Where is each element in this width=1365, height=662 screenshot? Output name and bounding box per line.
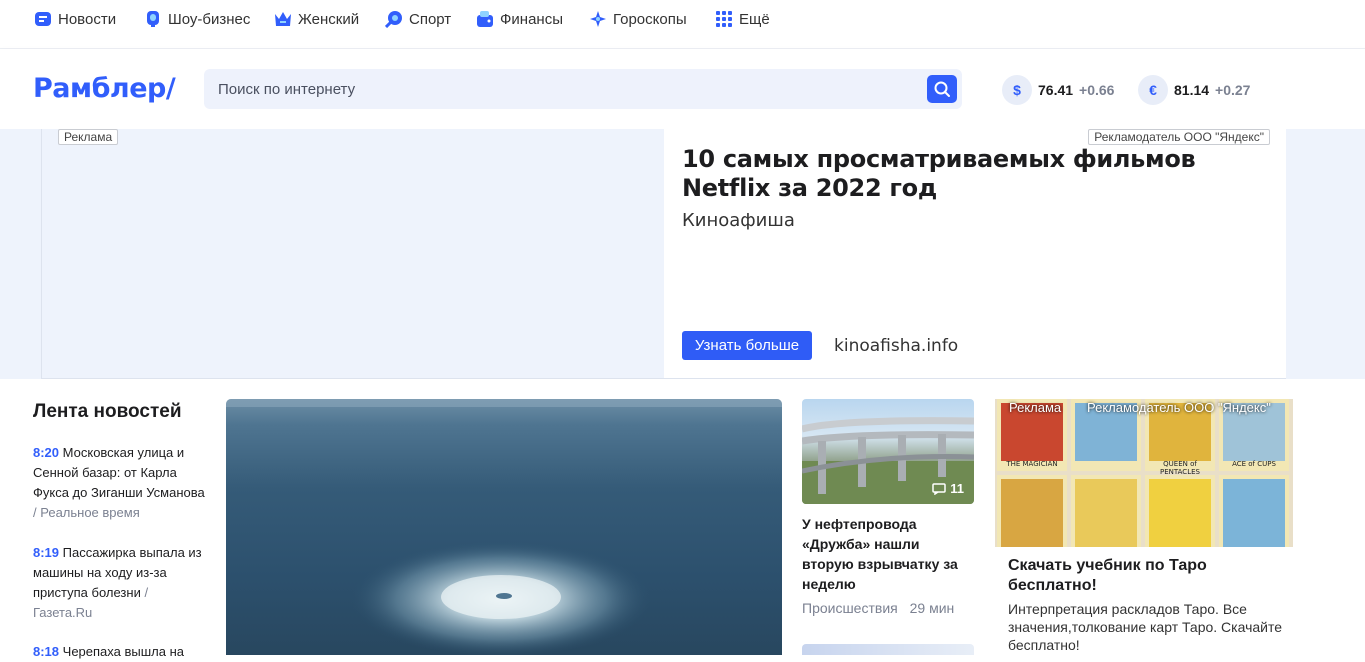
comment-icon xyxy=(932,482,946,495)
news-card-2-image[interactable] xyxy=(802,644,974,655)
feed-time: 8:18 xyxy=(33,644,60,659)
currency-change: +0.27 xyxy=(1215,82,1251,98)
tarot-ad-tag: Реклама xyxy=(1009,400,1062,415)
news-card-meta: Происшествия 29 мин xyxy=(802,600,954,616)
nav-item-label: Гороскопы xyxy=(613,10,687,28)
tarot-cards-image: THE MAGICIAN QUEEN of PENTACLES ACE of C… xyxy=(995,399,1293,547)
sea-gas-leak-image xyxy=(226,399,782,655)
feed-title[interactable]: Лента новостей xyxy=(33,401,182,423)
learn-more-button[interactable]: Узнать больше xyxy=(682,331,812,360)
search-bar xyxy=(204,69,962,109)
comment-count: 11 xyxy=(932,481,964,496)
tarot-card-label: THE MAGICIAN xyxy=(1006,460,1058,468)
dollar-icon: $ xyxy=(1002,75,1032,105)
header: Рамблер/ $ 76.41 +0.66 € 81.14 +0.27 xyxy=(0,49,1365,129)
tarot-ad[interactable]: THE MAGICIAN QUEEN of PENTACLES ACE of C… xyxy=(995,399,1293,655)
star-icon xyxy=(590,11,606,27)
currency-value: 81.14 xyxy=(1174,82,1210,98)
ad-tag: Реклама xyxy=(58,129,119,145)
ball-icon xyxy=(385,11,402,28)
search-button[interactable] xyxy=(927,75,957,103)
tarot-cards-illustration xyxy=(995,399,1293,547)
ad-box[interactable]: Реклама Рекламодатель ООО "Яндекс" 10 са… xyxy=(41,129,1286,379)
nav-item-showbiz[interactable]: Шоу-бизнес xyxy=(144,9,250,29)
ad-advertiser-tag[interactable]: Рекламодатель ООО "Яндекс" xyxy=(1088,129,1270,145)
comment-count-value: 11 xyxy=(950,481,964,496)
nav-item-women[interactable]: Женский xyxy=(274,9,359,29)
ad-title[interactable]: 10 самых просматриваемых фильмов Netflix… xyxy=(682,145,1282,203)
currency-change: +0.66 xyxy=(1079,82,1115,98)
ad-banner: Реклама Рекламодатель ООО "Яндекс" 10 са… xyxy=(0,129,1365,379)
list-item[interactable]: 8:19 Пассажирка выпала из машины на ходу… xyxy=(33,543,209,623)
main-news-image[interactable] xyxy=(226,399,782,655)
nav-item-more[interactable]: Ещё xyxy=(715,9,770,29)
feed-source: Газета.Ru xyxy=(33,605,93,620)
nav-item-label: Спорт xyxy=(409,10,452,28)
nav-item-news[interactable]: Новости xyxy=(34,9,116,29)
crown-icon xyxy=(275,12,291,26)
news-card-category[interactable]: Происшествия xyxy=(802,600,898,616)
wallet-icon xyxy=(477,11,493,27)
feed-source: Реальное время xyxy=(40,505,140,520)
news-card-title[interactable]: У нефтепровода «Дружба» нашли вторую взр… xyxy=(802,514,974,594)
news-card-time: 29 мин xyxy=(909,600,955,616)
feed-time: 8:20 xyxy=(33,445,60,460)
feed-text: Черепаха вышла на xyxy=(62,644,184,659)
nav-item-label: Шоу-бизнес xyxy=(168,10,251,28)
currency-usd[interactable]: $ 76.41 +0.66 xyxy=(1002,75,1114,105)
feed-time: 8:19 xyxy=(33,545,60,560)
euro-icon: € xyxy=(1138,75,1168,105)
search-input[interactable] xyxy=(204,69,924,109)
news-card-image[interactable]: 11 xyxy=(802,399,974,504)
news-icon xyxy=(35,12,51,26)
ad-source: Киноафиша xyxy=(682,210,795,231)
nav-item-label: Ещё xyxy=(739,10,770,28)
nav-item-horoscope[interactable]: Гороскопы xyxy=(589,9,687,29)
nav-item-label: Женский xyxy=(298,10,360,28)
top-navigation: Новости Шоу-бизнес Женский Спорт Финансы… xyxy=(0,0,1365,49)
tarot-ad-advertiser[interactable]: Рекламодатель ООО "Яндекс" xyxy=(1087,400,1271,415)
grid-icon xyxy=(716,11,732,27)
microphone-icon xyxy=(147,11,159,27)
rambler-logo[interactable]: Рамблер/ xyxy=(33,73,176,104)
tarot-ad-text[interactable]: Интерпретация раскладов Таро. Все значен… xyxy=(1008,600,1288,654)
nav-item-label: Финансы xyxy=(500,10,563,28)
feed-text: Пассажирка выпала из машины на ходу из-з… xyxy=(33,545,202,600)
nav-item-sport[interactable]: Спорт xyxy=(385,9,451,29)
currency-value: 76.41 xyxy=(1038,82,1074,98)
tarot-card-label: ACE of CUPS xyxy=(1232,460,1276,468)
ad-domain[interactable]: kinoafisha.info xyxy=(834,336,958,356)
tarot-ad-title[interactable]: Скачать учебник по Таро бесплатно! xyxy=(1008,556,1288,596)
currency-eur[interactable]: € 81.14 +0.27 xyxy=(1138,75,1250,105)
search-icon xyxy=(934,81,950,97)
list-item[interactable]: 8:20 Московская улица и Сенной базар: от… xyxy=(33,443,209,523)
feed-text: Московская улица и Сенной базар: от Карл… xyxy=(33,445,205,500)
list-item[interactable]: 8:18 Черепаха вышла на xyxy=(33,642,209,662)
ad-content: Рекламодатель ООО "Яндекс" 10 самых прос… xyxy=(664,129,1286,378)
tarot-card-label: QUEEN of PENTACLES xyxy=(1160,460,1200,476)
nav-item-label: Новости xyxy=(58,10,117,28)
nav-item-finance[interactable]: Финансы xyxy=(476,9,563,29)
